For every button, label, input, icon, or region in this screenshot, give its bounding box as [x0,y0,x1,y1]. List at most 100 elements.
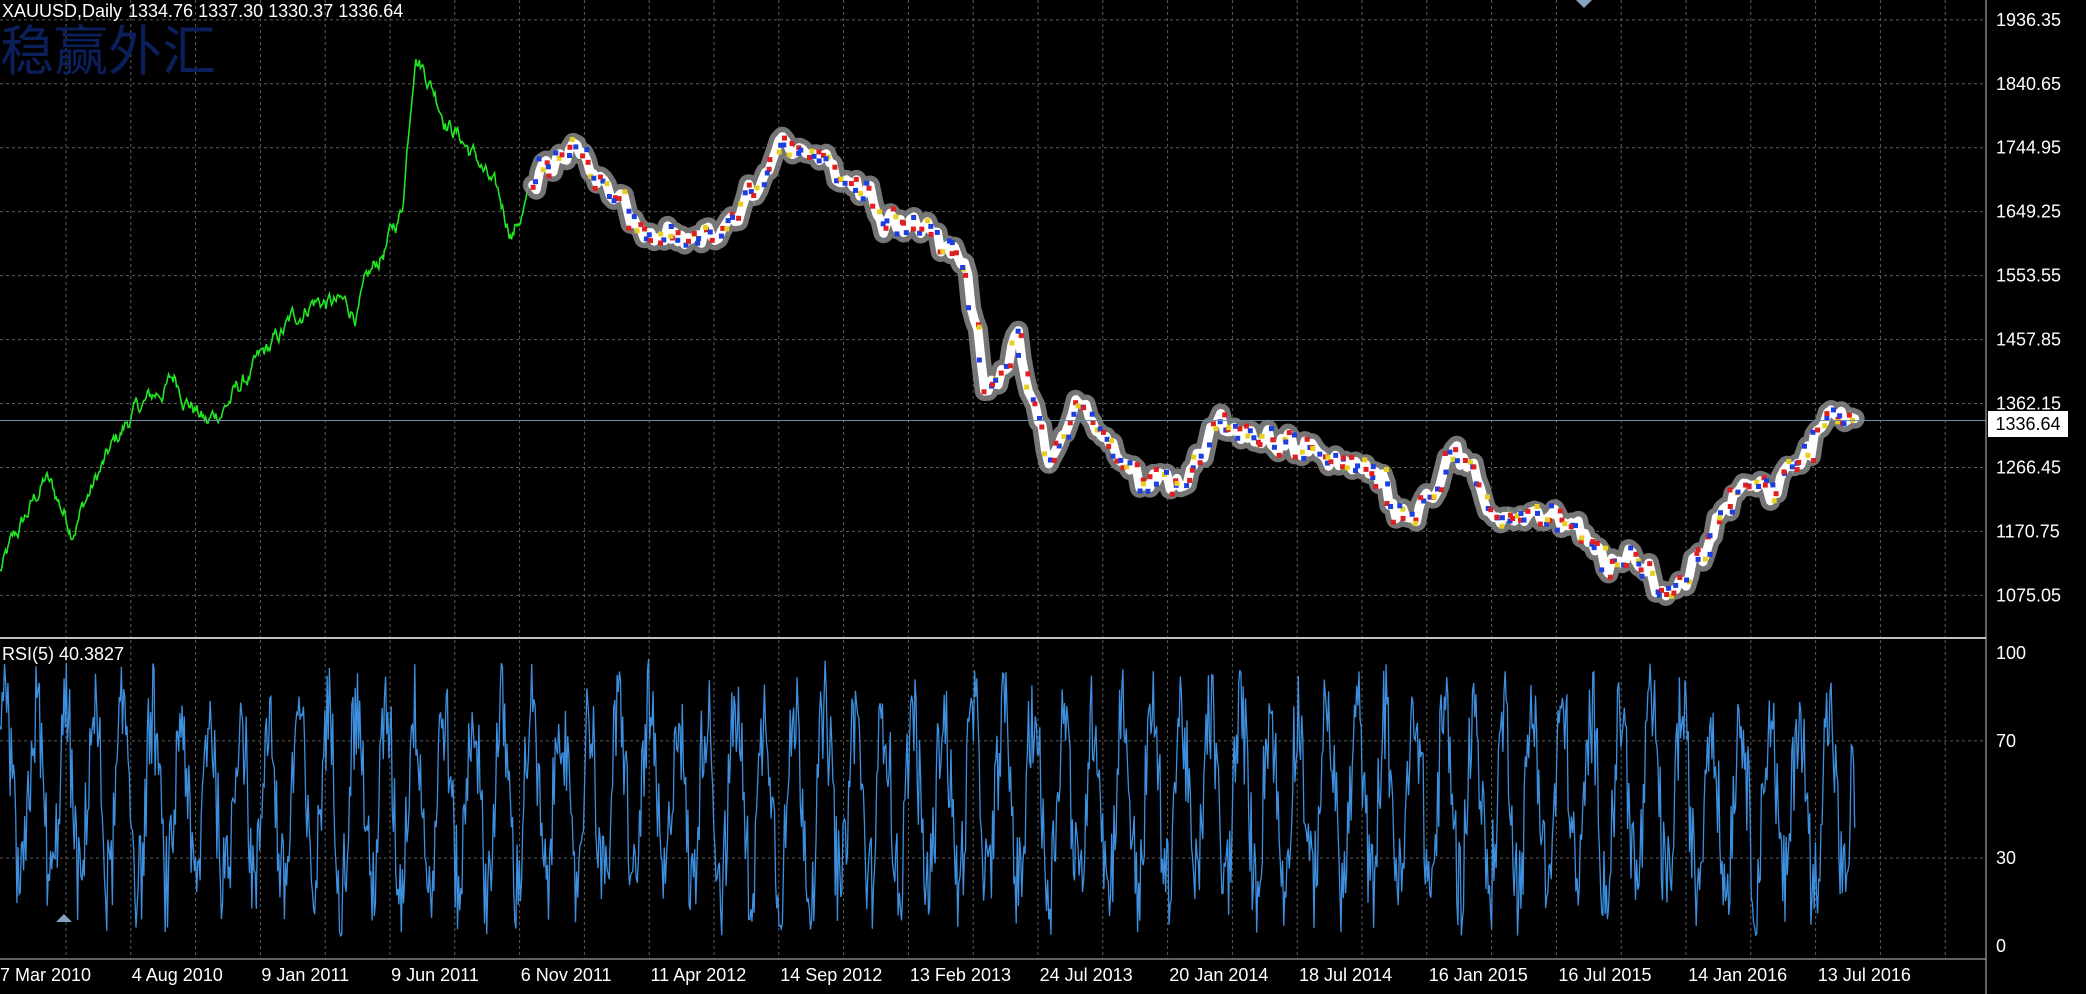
indicator-marker [928,231,934,237]
indicator-marker [1717,515,1723,521]
indicator-marker [1746,484,1752,490]
indicator-marker [648,238,653,244]
time-tick-label: 4 Aug 2010 [132,965,223,985]
indicator-marker [1664,592,1670,597]
indicator-marker [1355,463,1361,469]
indicator-marker [1614,562,1620,568]
indicator-marker [546,173,552,179]
indicator-marker [1235,435,1241,441]
indicator-marker [823,156,829,162]
time-tick-label: 13 Jul 2016 [1818,965,1911,985]
indicator-marker [567,153,572,158]
indicator-marker [1390,519,1396,525]
indicator-marker [1450,456,1456,462]
indicator-marker [675,237,681,243]
indicator-marker [1636,561,1642,567]
indicator-marker [1573,523,1578,529]
indicator-marker [789,141,795,147]
time-tick-label: 14 Sep 2012 [780,965,882,985]
indicator-marker [1384,467,1389,472]
indicator-marker [592,185,598,191]
indicator-marker [1727,487,1733,493]
indicator-marker [1222,412,1228,418]
indicator-marker [1191,454,1197,460]
indicator-marker [1189,467,1195,473]
indicator-marker [553,150,559,156]
indicator-marker [1197,460,1203,466]
price-tick-label: 1553.55 [1996,266,2061,286]
time-tick-label: 9 Jan 2011 [261,965,349,985]
indicator-marker [746,182,752,188]
indicator-marker [1579,535,1585,541]
indicator-marker [1042,451,1048,457]
indicator-marker [1198,453,1204,459]
indicator-marker [928,223,934,229]
indicator-marker [736,215,742,221]
indicator-marker [1018,333,1024,339]
indicator-marker [1226,425,1232,431]
price-tick-label: 1744.95 [1996,138,2061,158]
indicator-marker [1557,508,1563,514]
indicator-marker [919,226,925,232]
indicator-marker [1207,442,1212,448]
indicator-marker [890,206,896,212]
indicator-marker [1081,405,1087,411]
indicator-marker [911,215,917,220]
indicator-marker [1039,424,1045,430]
indicator-marker [1831,407,1836,413]
indicator-marker [1510,516,1516,521]
indicator-marker [1729,509,1735,515]
indicator-marker [1802,443,1807,449]
indicator-marker [963,272,969,278]
indicator-marker [1535,510,1540,516]
indicator-marker [894,231,900,237]
indicator-marker [1075,403,1081,409]
indicator-marker [1271,444,1277,450]
indicator-marker [696,236,702,241]
indicator-marker [569,137,575,142]
indicator-marker [1695,547,1701,553]
indicator-marker [1009,340,1015,346]
indicator-marker [1789,464,1795,470]
indicator-marker [1650,570,1656,576]
indicator-marker [1494,514,1500,520]
indicator-marker [1340,455,1346,461]
indicator-marker [725,218,731,224]
indicator-marker [1418,495,1424,501]
indicator-marker [1301,455,1307,461]
indicator-marker [626,208,632,214]
indicator-marker [764,170,770,176]
indicator-marker [1607,574,1613,580]
indicator-marker [559,152,565,158]
indicator-marker [1835,419,1841,425]
indicator-marker [738,201,744,207]
indicator-marker [1447,449,1453,455]
indicator-marker [1340,464,1346,470]
indicator-marker [724,226,730,232]
indicator-marker [877,209,883,215]
indicator-marker [1684,577,1690,583]
indicator-marker [1628,545,1634,551]
indicator-marker [1518,511,1524,516]
rsi-tick-label: 0 [1996,936,2006,956]
indicator-marker [1007,363,1013,369]
indicator-marker [580,153,586,159]
indicator-marker [1702,556,1708,562]
time-tick-label: 16 Jul 2015 [1558,965,1651,985]
indicator-marker [540,167,546,173]
rsi-tick-label: 30 [1996,848,2016,868]
indicator-marker [1373,484,1379,489]
indicator-marker [1353,468,1358,473]
indicator-marker [1109,438,1114,444]
indicator-marker [567,144,573,150]
indicator-marker [751,193,757,198]
indicator-marker [782,135,787,141]
watermark: 稳赢外汇 [0,20,216,83]
indicator-marker [1764,478,1769,484]
indicator-marker [1846,412,1852,418]
indicator-marker [646,232,652,238]
price-tick-label: 1649.25 [1996,202,2061,222]
indicator-marker [1534,504,1540,509]
indicator-marker [976,324,982,330]
indicator-marker [591,175,597,181]
